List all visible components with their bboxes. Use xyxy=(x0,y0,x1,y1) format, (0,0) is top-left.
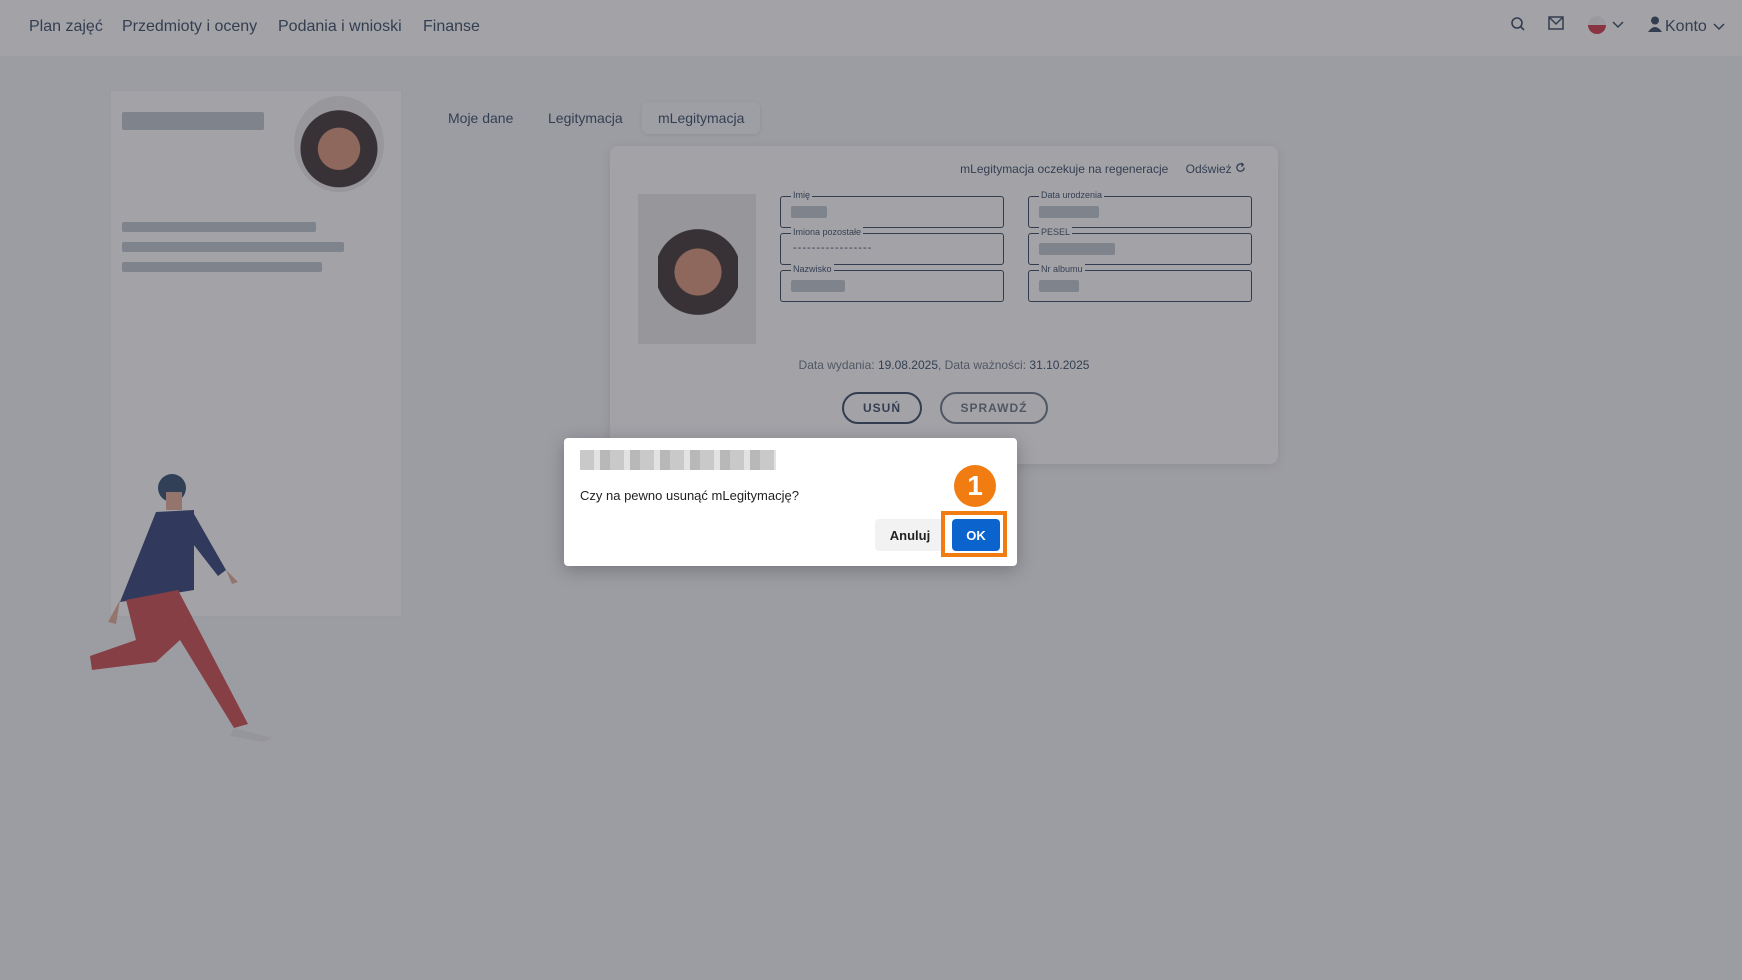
cancel-button[interactable]: Anuluj xyxy=(875,519,945,551)
dialog-message: Czy na pewno usunąć mLegitymację? xyxy=(580,488,799,503)
dialog-title-redacted xyxy=(580,450,776,470)
step-badge: 1 xyxy=(954,465,996,507)
ok-button-highlight xyxy=(941,511,1007,557)
